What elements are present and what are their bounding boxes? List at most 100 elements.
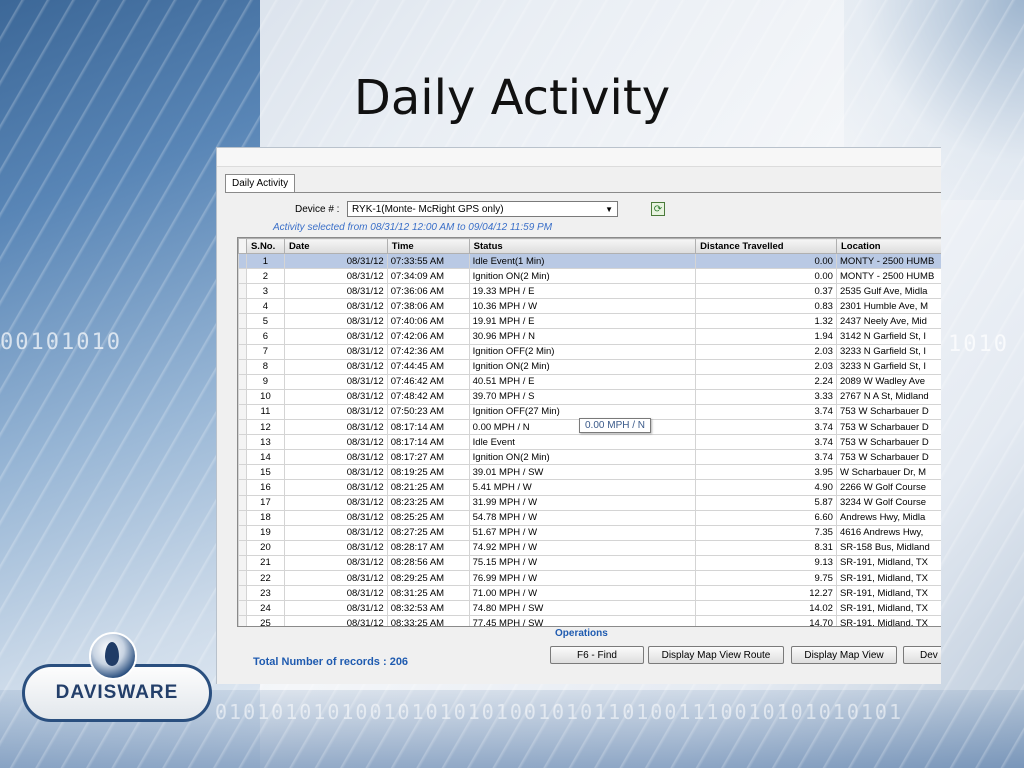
cell-time: 08:33:25 AM [386,615,470,626]
cell-status: 74.92 MPH / W [468,539,697,556]
row-marker[interactable] [238,539,247,556]
cell-sno: 10 [245,388,285,405]
cell-location: MONTY - 2500 HUMB [835,268,941,285]
cell-distance: 3.74 [695,449,837,466]
table-row[interactable]: 13 08/31/12 08:17:14 AM Idle Event 3.74 753 W… [238,434,941,451]
table-row[interactable]: 5 08/31/12 07:40:06 AM 19.91 MPH / E 1.32 243… [238,313,941,330]
row-marker[interactable] [238,388,247,405]
row-marker[interactable] [238,449,247,466]
row-marker[interactable] [238,434,247,451]
table-row[interactable]: 18 08/31/12 08:25:25 AM 54.78 MPH / W 6.60 An… [238,509,941,526]
cell-location: 3142 N Garfield St, I [835,328,941,345]
tab-daily-activity[interactable]: Daily Activity [225,174,296,193]
logo-drop-icon [89,632,137,680]
chevron-down-icon[interactable]: ▼ [605,202,613,218]
cell-location: 2437 Neely Ave, Mid [835,313,941,330]
cell-sno: 24 [245,600,285,617]
binary-decor-left: 00101010 [0,330,122,355]
cell-date: 08/31/12 [283,283,388,300]
cell-status: 5.41 MPH / W [468,479,697,496]
dev-button[interactable]: Dev [903,646,941,664]
row-marker[interactable] [238,419,247,436]
row-marker[interactable] [238,343,247,360]
cell-distance: 14.02 [695,600,837,617]
cell-date: 08/31/12 [283,585,388,602]
cell-location: 3233 N Garfield St, I [835,358,941,375]
row-marker[interactable] [238,554,247,571]
row-marker[interactable] [238,569,247,587]
table-row[interactable]: 17 08/31/12 08:23:25 AM 31.99 MPH / W 5.87 32… [238,494,941,511]
row-marker[interactable] [238,479,247,496]
table-row[interactable]: 21 08/31/12 08:28:56 AM 75.15 MPH / W 9.13 SR… [238,554,941,571]
tab-divider [225,192,941,193]
column-header-time[interactable]: Time [386,238,470,254]
column-header-status[interactable]: Status [468,238,697,254]
row-marker[interactable] [238,403,247,421]
cell-date: 08/31/12 [283,554,388,571]
find-button[interactable]: F6 - Find [550,646,644,664]
display-map-view-route-button[interactable]: Display Map View Route [648,646,784,664]
table-row[interactable]: 1 08/31/12 07:33:55 AM Idle Event(1 Min) 0.0… [238,252,941,270]
cell-status: 40.51 MPH / E [468,373,697,390]
table-row[interactable]: 20 08/31/12 08:28:17 AM 74.92 MPH / W 8.31 SR… [238,539,941,556]
column-header-distance[interactable]: Distance Travelled [695,238,837,254]
cell-location: 753 W Scharbauer D [835,434,941,451]
cell-date: 08/31/12 [283,268,388,285]
cell-distance: 14.70 [695,615,837,626]
table-row[interactable]: 14 08/31/12 08:17:27 AM Ignition ON(2 Min) 3… [238,449,941,466]
cell-location: 2767 N A St, Midland [835,388,941,405]
table-row[interactable]: 8 08/31/12 07:44:45 AM Ignition ON(2 Min) 2.… [238,358,941,375]
cell-status: 51.67 MPH / W [468,524,697,541]
cell-distance: 2.03 [695,358,837,375]
table-row[interactable]: 2 08/31/12 07:34:09 AM Ignition ON(2 Min) 0.… [238,268,941,285]
row-marker[interactable] [238,494,247,511]
row-marker[interactable] [238,358,247,375]
row-marker[interactable] [238,585,247,602]
cell-status: 31.99 MPH / W [468,494,697,511]
row-marker[interactable] [238,328,247,345]
table-row[interactable]: 15 08/31/12 08:19:25 AM 39.01 MPH / SW 3.95 W… [238,464,941,481]
row-marker[interactable] [238,509,247,526]
table-header-row: S.No. Date Time Status Distance Travelle… [238,238,941,254]
cell-status: 19.33 MPH / E [468,283,697,300]
table-row[interactable]: 9 08/31/12 07:46:42 AM 40.51 MPH / E 2.24 208… [238,373,941,390]
cell-sno: 11 [245,403,285,421]
cell-location: MONTY - 2500 HUMB [835,252,941,270]
row-marker[interactable] [238,464,247,481]
cell-sno: 14 [245,449,285,466]
row-marker[interactable] [238,298,247,315]
row-marker[interactable] [238,283,247,300]
column-header-sno[interactable]: S.No. [245,238,285,254]
table-row[interactable]: 23 08/31/12 08:31:25 AM 71.00 MPH / W 12.27 S… [238,585,941,602]
row-marker[interactable] [238,373,247,390]
cell-date: 08/31/12 [283,464,388,481]
row-marker[interactable] [238,252,247,270]
table-row[interactable]: 25 08/31/12 08:33:25 AM 77.45 MPH / SW 14.70… [238,615,941,626]
logo-text: DAVISWARE [55,682,179,703]
row-marker[interactable] [238,615,247,626]
refresh-icon[interactable]: ⟳ [651,202,665,216]
cell-status: Idle Event(1 Min) [468,252,697,270]
cell-location: 3234 W Golf Course [835,494,941,511]
table-row[interactable]: 16 08/31/12 08:21:25 AM 5.41 MPH / W 4.90 226… [238,479,941,496]
row-marker[interactable] [238,524,247,541]
cell-date: 08/31/12 [283,313,388,330]
table-row[interactable]: 3 08/31/12 07:36:06 AM 19.33 MPH / E 0.37 253… [238,283,941,300]
table-row[interactable]: 6 08/31/12 07:42:06 AM 30.96 MPH / N 1.94 314… [238,328,941,345]
row-marker[interactable] [238,313,247,330]
cell-distance: 9.13 [695,554,837,571]
row-marker[interactable] [238,600,247,617]
table-row[interactable]: 22 08/31/12 08:29:25 AM 76.99 MPH / W 9.75 SR… [238,569,941,587]
cell-sno: 5 [245,313,285,330]
table-row[interactable]: 7 08/31/12 07:42:36 AM Ignition OFF(2 Min) 2… [238,343,941,360]
row-marker[interactable] [238,268,247,285]
column-header-location[interactable]: Location [835,238,941,254]
table-row[interactable]: 19 08/31/12 08:27:25 AM 51.67 MPH / W 7.35 46… [238,524,941,541]
table-row[interactable]: 4 08/31/12 07:38:06 AM 10.36 MPH / W 0.83 230… [238,298,941,315]
device-select[interactable]: RYK-1(Monte- McRight GPS only) ▼ [347,201,618,217]
table-row[interactable]: 10 08/31/12 07:48:42 AM 39.70 MPH / S 3.33 27… [238,388,941,405]
display-map-view-button[interactable]: Display Map View [791,646,897,664]
column-header-date[interactable]: Date [283,238,388,254]
table-row[interactable]: 24 08/31/12 08:32:53 AM 74.80 MPH / SW 14.02… [238,600,941,617]
cell-time: 08:31:25 AM [386,585,470,602]
